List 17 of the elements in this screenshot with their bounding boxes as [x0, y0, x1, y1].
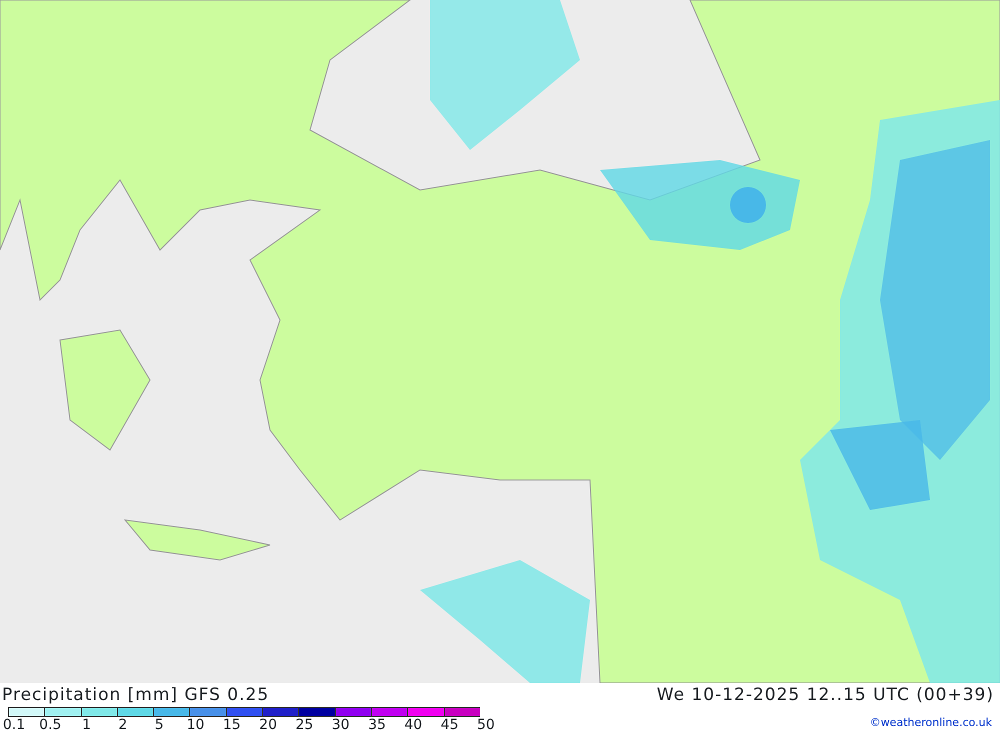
- legend-label: 5: [154, 717, 164, 733]
- legend-label: 2: [118, 717, 128, 733]
- credit-link[interactable]: ©weatheronline.co.uk: [870, 715, 992, 733]
- legend-label: 35: [368, 717, 386, 733]
- legend-label: 0.1: [2, 717, 26, 733]
- legend-label: 30: [332, 717, 350, 733]
- legend-label: 10: [186, 717, 204, 733]
- legend-label: 40: [404, 717, 422, 733]
- map-title: Precipitation [mm] GFS 0.25: [2, 684, 270, 707]
- legend-label: 50: [476, 717, 495, 733]
- legend-label: 45: [440, 717, 458, 733]
- legend-label: 20: [259, 717, 277, 733]
- valid-time: We 10-12-2025 12..15 UTC (00+39): [656, 684, 994, 707]
- legend-label: 25: [295, 717, 314, 733]
- legend-label: 15: [222, 717, 241, 733]
- legend-label: 1: [82, 717, 92, 733]
- legend-label: 0.5: [39, 717, 62, 733]
